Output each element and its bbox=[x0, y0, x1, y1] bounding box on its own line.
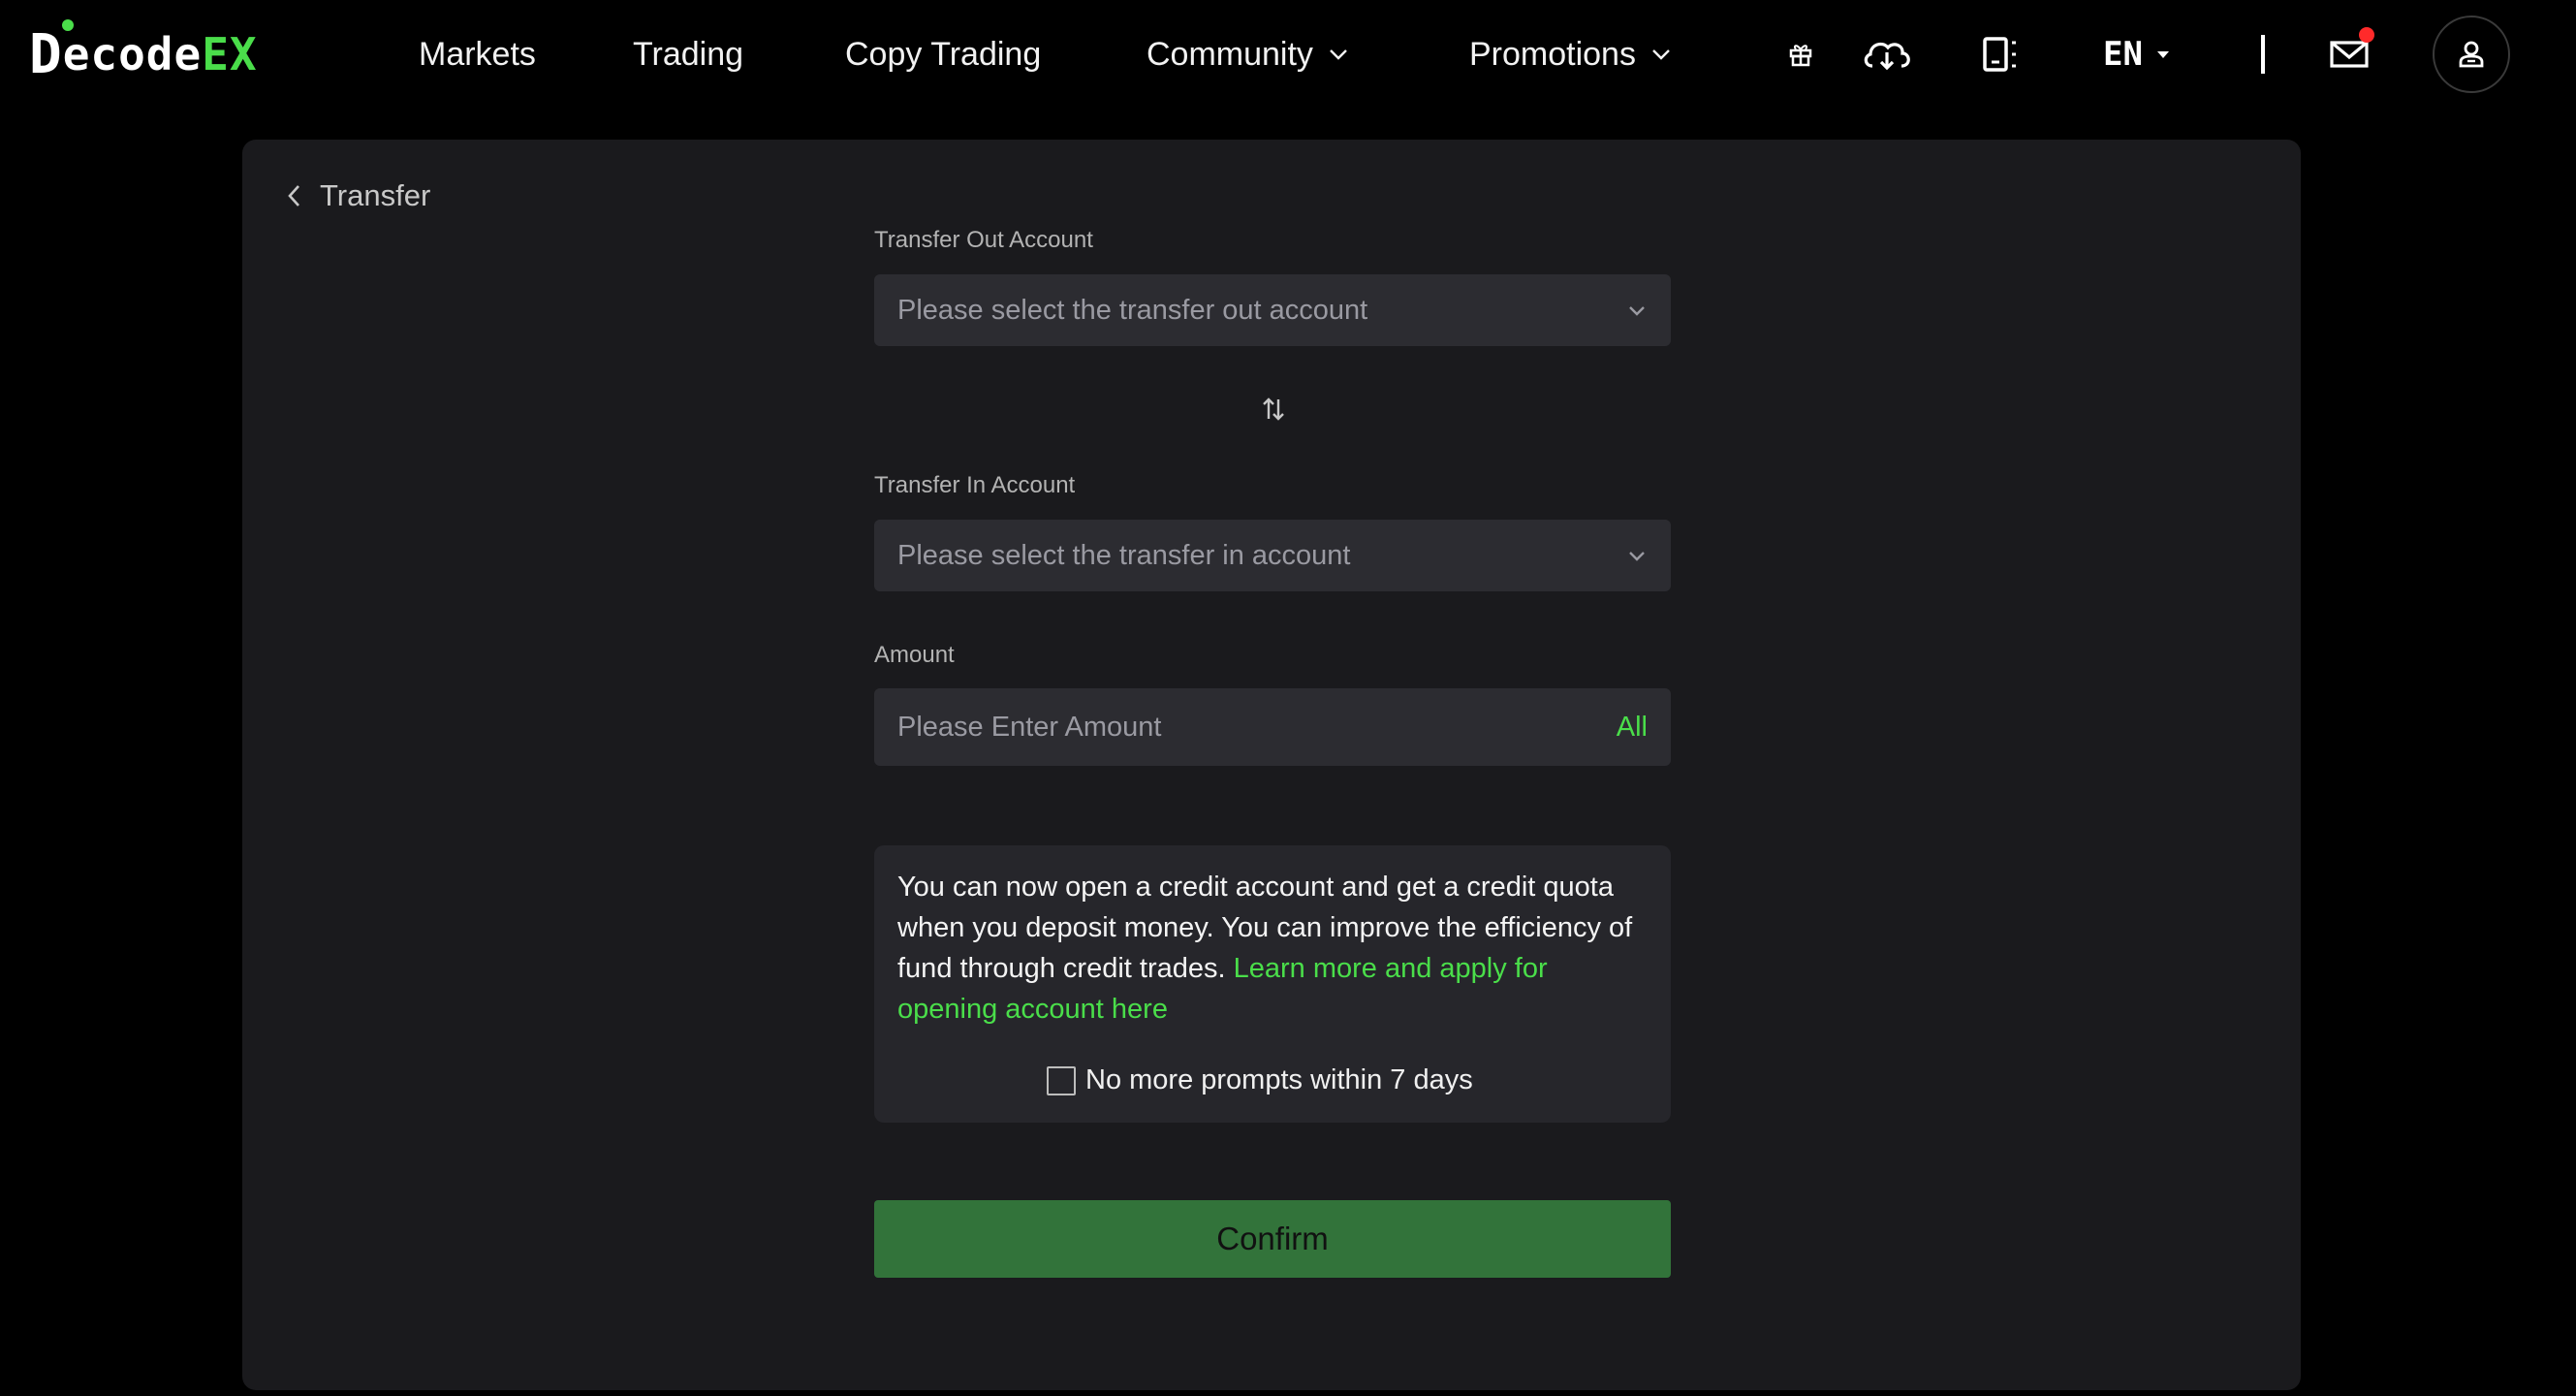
amount-field: All bbox=[874, 688, 1671, 766]
top-navigation: Decode EX Markets Trading Copy Trading Co… bbox=[0, 0, 2576, 109]
transfer-out-placeholder: Please select the transfer out account bbox=[897, 294, 1368, 326]
gift-button[interactable] bbox=[1774, 27, 1828, 81]
chevron-down-icon bbox=[1629, 552, 1645, 561]
nav-markets[interactable]: Markets bbox=[419, 29, 536, 79]
transfer-out-select[interactable]: Please select the transfer out account bbox=[874, 274, 1671, 346]
gift-icon bbox=[1789, 45, 1812, 67]
all-amount-button[interactable]: All bbox=[1617, 712, 1648, 744]
user-account-button[interactable] bbox=[2433, 16, 2510, 93]
back-link[interactable]: Transfer bbox=[285, 176, 430, 215]
nav-copy-trading[interactable]: Copy Trading bbox=[845, 29, 1041, 79]
logo-text: ecode bbox=[62, 28, 203, 80]
chevron-down-icon bbox=[1629, 306, 1645, 316]
nav-trading[interactable]: Trading bbox=[633, 29, 743, 79]
notice-text: You can now open a credit account and ge… bbox=[897, 867, 1648, 1030]
swap-accounts-button[interactable] bbox=[1256, 392, 1291, 427]
page-title: Transfer bbox=[320, 178, 431, 212]
chevron-down-icon bbox=[1652, 49, 1670, 60]
transfer-panel: Transfer Transfer Out Account Please sel… bbox=[242, 140, 2301, 1390]
chevron-left-icon bbox=[288, 185, 299, 206]
nav-copy-trading-label: Copy Trading bbox=[845, 35, 1042, 73]
header-divider bbox=[2261, 35, 2265, 74]
transfer-in-label: Transfer In Account bbox=[874, 472, 1076, 498]
nav-community[interactable]: Community bbox=[1147, 29, 1350, 79]
language-selector[interactable]: EN bbox=[2103, 29, 2172, 79]
credit-account-notice: You can now open a credit account and ge… bbox=[874, 845, 1671, 1123]
messages-button[interactable] bbox=[2322, 27, 2376, 81]
caret-down-icon bbox=[2156, 51, 2169, 58]
phone-scan-icon bbox=[1983, 37, 2016, 72]
app-scan-button[interactable] bbox=[1973, 27, 2027, 81]
nav-promotions-label: Promotions bbox=[1469, 35, 1636, 73]
transfer-in-select[interactable]: Please select the transfer in account bbox=[874, 520, 1671, 591]
logo-letter-d: D bbox=[29, 18, 74, 86]
chevron-down-icon bbox=[1330, 49, 1347, 60]
language-label: EN bbox=[2103, 35, 2143, 74]
checkbox-box[interactable] bbox=[1047, 1065, 1076, 1095]
transfer-out-label: Transfer Out Account bbox=[874, 227, 1093, 253]
transfer-in-placeholder: Please select the transfer in account bbox=[897, 539, 1351, 571]
amount-label: Amount bbox=[874, 642, 955, 668]
nav-community-label: Community bbox=[1147, 35, 1313, 73]
checkbox-label: No more prompts within 7 days bbox=[1085, 1064, 1473, 1095]
notification-dot bbox=[2359, 27, 2374, 43]
confirm-button[interactable]: Confirm bbox=[874, 1200, 1671, 1278]
nav-promotions[interactable]: Promotions bbox=[1469, 29, 1673, 79]
cloud-download-icon bbox=[1864, 42, 1910, 71]
decodeex-logo[interactable]: Decode EX bbox=[29, 18, 258, 86]
swap-icon bbox=[1263, 397, 1284, 421]
no-more-prompts-checkbox[interactable]: No more prompts within 7 days bbox=[1047, 1064, 1473, 1096]
amount-input[interactable] bbox=[897, 711, 1518, 744]
download-app-button[interactable] bbox=[1856, 27, 1918, 81]
mail-icon bbox=[2330, 41, 2369, 68]
nav-trading-label: Trading bbox=[633, 35, 744, 73]
logo-accent: EX bbox=[202, 28, 258, 80]
user-icon bbox=[2459, 41, 2484, 68]
nav-markets-label: Markets bbox=[419, 35, 536, 73]
